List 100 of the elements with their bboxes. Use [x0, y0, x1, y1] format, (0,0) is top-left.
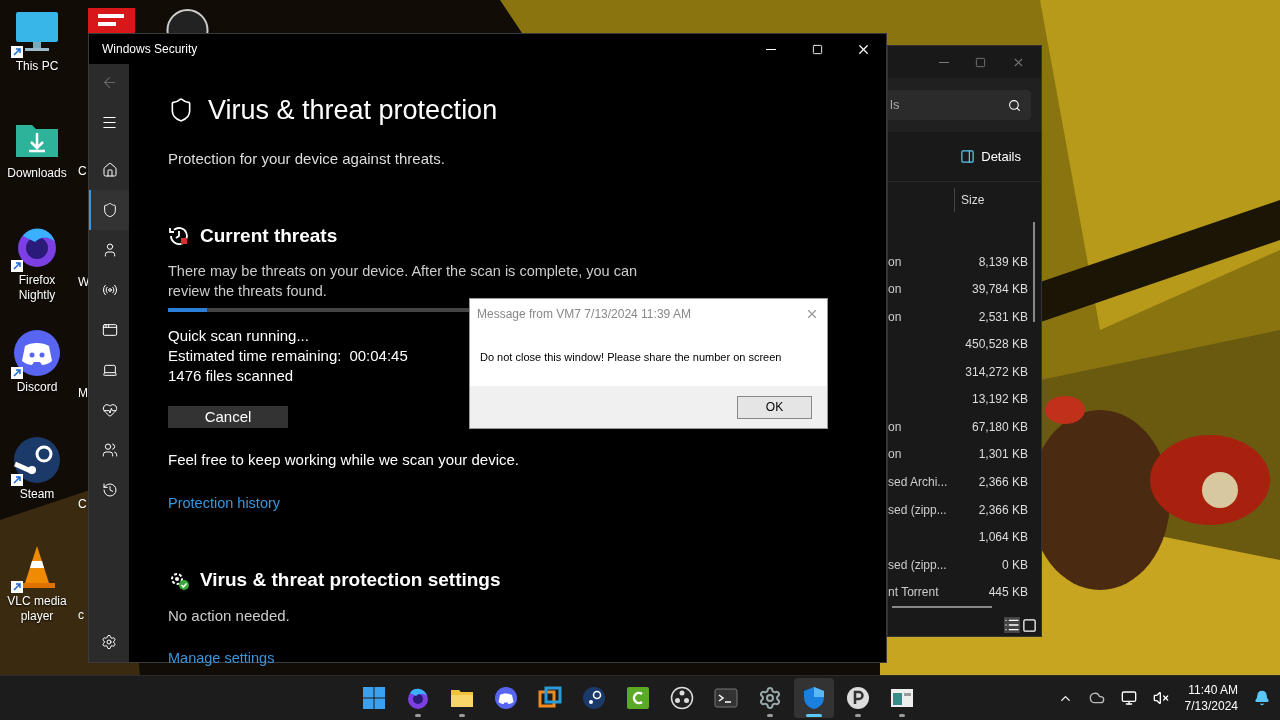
desktop-icon-label[interactable]: This PC — [15, 59, 59, 74]
p-circle-icon — [846, 686, 870, 710]
running-indicator — [767, 714, 773, 717]
section-title: Virus & threat protection settings — [200, 568, 501, 593]
settings-status: No action needed. — [168, 605, 291, 626]
shield-icon — [802, 686, 826, 710]
cancel-button[interactable]: Cancel — [168, 405, 288, 428]
start-icon — [362, 686, 386, 710]
table-cell-text: 67,180 KB — [971, 418, 1028, 436]
section-description: There may be threats on your device. After the scan is complete, you can review the threats found. — [168, 261, 639, 301]
shield-icon — [102, 202, 118, 218]
shortcut-arrow-icon — [11, 46, 23, 58]
running-indicator — [459, 714, 465, 717]
ok-button[interactable]: OK — [737, 395, 812, 419]
home-icon — [102, 162, 118, 178]
desktop-icon-label[interactable]: C — [78, 497, 90, 512]
antenna-icon — [102, 282, 118, 298]
nav-item[interactable] — [89, 190, 129, 230]
tile-view-icon[interactable] — [1022, 617, 1037, 633]
history-alert-icon — [168, 225, 190, 248]
chat-app-icon — [494, 686, 518, 710]
minimize-icon[interactable] — [939, 61, 949, 63]
scan-note: Feel free to keep working while we scan your device. — [168, 450, 520, 470]
time-value: 00:04:45 — [349, 345, 408, 366]
game-store-icon — [582, 686, 606, 710]
settings-icon[interactable] — [101, 634, 117, 650]
table-cell-text: 2,366 KB — [978, 474, 1028, 491]
desktop-icon-label[interactable]: C — [78, 164, 90, 179]
desktop-icon-label[interactable]: c — [78, 608, 90, 623]
list-view-icon[interactable] — [1004, 617, 1020, 633]
settings-icon — [758, 686, 782, 710]
table-cell-text: 314,272 KB — [965, 363, 1028, 381]
window-title: Windows Security — [102, 41, 198, 58]
desktop-icon-label[interactable]: M — [78, 386, 90, 401]
shortcut-arrow-icon — [11, 367, 23, 379]
desktop-icon-label[interactable]: Steam — [19, 487, 55, 502]
scan-status: Quick scan running... — [168, 325, 310, 346]
taskbar-app[interactable] — [794, 678, 834, 718]
browser-icon — [406, 686, 430, 710]
details-pane-icon — [960, 149, 976, 164]
scrollbar-thumb[interactable] — [1033, 222, 1035, 322]
maximize-icon[interactable] — [975, 56, 986, 68]
terminal-icon — [714, 686, 738, 710]
record-circle-icon — [670, 686, 694, 710]
column-header[interactable]: Size — [954, 188, 985, 212]
bell-icon[interactable] — [1254, 690, 1270, 706]
table-cell-text: 39,784 KB — [971, 281, 1028, 299]
running-indicator — [855, 714, 861, 717]
shortcut-arrow-icon — [11, 474, 23, 486]
overlapping-squares-icon — [538, 686, 562, 710]
table-cell-text: 8,139 KB — [978, 253, 1028, 271]
people-icon — [102, 442, 118, 458]
table-cell-text: 1,064 KB — [978, 529, 1028, 547]
table-cell-text: 445 KB — [988, 584, 1028, 602]
running-indicator — [415, 714, 421, 717]
search-field[interactable]: ls — [888, 90, 1031, 120]
maximize-icon — [811, 43, 823, 55]
running-indicator — [899, 714, 905, 717]
dialog-message: Do not close this window! Please share the number on screen — [480, 349, 782, 365]
shortcut-arrow-icon — [11, 581, 23, 593]
protection-history-link[interactable]: Protection history — [168, 492, 281, 515]
cloud-icon[interactable] — [1088, 690, 1105, 706]
table-cell-text: 1,301 KB — [978, 446, 1028, 464]
person-icon — [102, 242, 118, 258]
table-cell-text: sed Archi... — [888, 474, 948, 491]
table-cell-text: on — [888, 446, 902, 464]
details-button[interactable]: Details — [960, 146, 1021, 167]
desktop-icon-label[interactable]: Firefox Nightly — [0, 273, 74, 303]
desktop-icon-label[interactable]: VLC media player — [0, 594, 74, 624]
volume-muted-icon[interactable] — [1152, 690, 1169, 706]
desktop-icon-label[interactable]: Downloads — [7, 166, 67, 181]
files-scanned: 1476 files scanned — [168, 365, 295, 386]
table-cell-text: sed (zipp... — [888, 501, 947, 519]
network-icon[interactable] — [1120, 690, 1137, 706]
page-subtitle: Protection for your device against threats. — [168, 148, 446, 169]
history-icon — [102, 482, 118, 498]
clock-date[interactable]: 7/13/2024 — [1184, 698, 1238, 714]
clock-time[interactable]: 11:40 AM — [1188, 682, 1238, 698]
app-icon — [88, 8, 135, 33]
dialog-title: Message from VM7 7/13/2024 11:39 AM — [477, 305, 691, 323]
running-indicator — [806, 714, 822, 717]
section-title: Current threats — [200, 224, 338, 248]
table-cell-text: 2,366 KB — [978, 501, 1028, 519]
table-cell-text: 0 KB — [1002, 556, 1028, 574]
time-label: Estimated time remaining: — [168, 345, 342, 366]
manage-settings-link[interactable]: Manage settings — [168, 648, 275, 670]
table-cell-text: 450,528 KB — [965, 336, 1028, 354]
table-cell-text: on — [888, 418, 902, 436]
menu-icon[interactable] — [100, 114, 118, 131]
table-cell-text: sed (zipp... — [888, 556, 947, 574]
table-cell-text: 13,192 KB — [971, 391, 1028, 409]
laptop-icon — [102, 362, 118, 378]
desktop-icon-label[interactable]: Discord — [16, 380, 58, 395]
app-window-icon — [890, 686, 914, 710]
chat-app-icon — [13, 329, 61, 377]
scrollbar-thumb[interactable] — [892, 606, 992, 608]
game-store-icon — [13, 436, 61, 484]
app-window-icon — [102, 322, 118, 338]
heart-pulse-icon — [102, 402, 118, 418]
search-icon — [1008, 98, 1021, 112]
